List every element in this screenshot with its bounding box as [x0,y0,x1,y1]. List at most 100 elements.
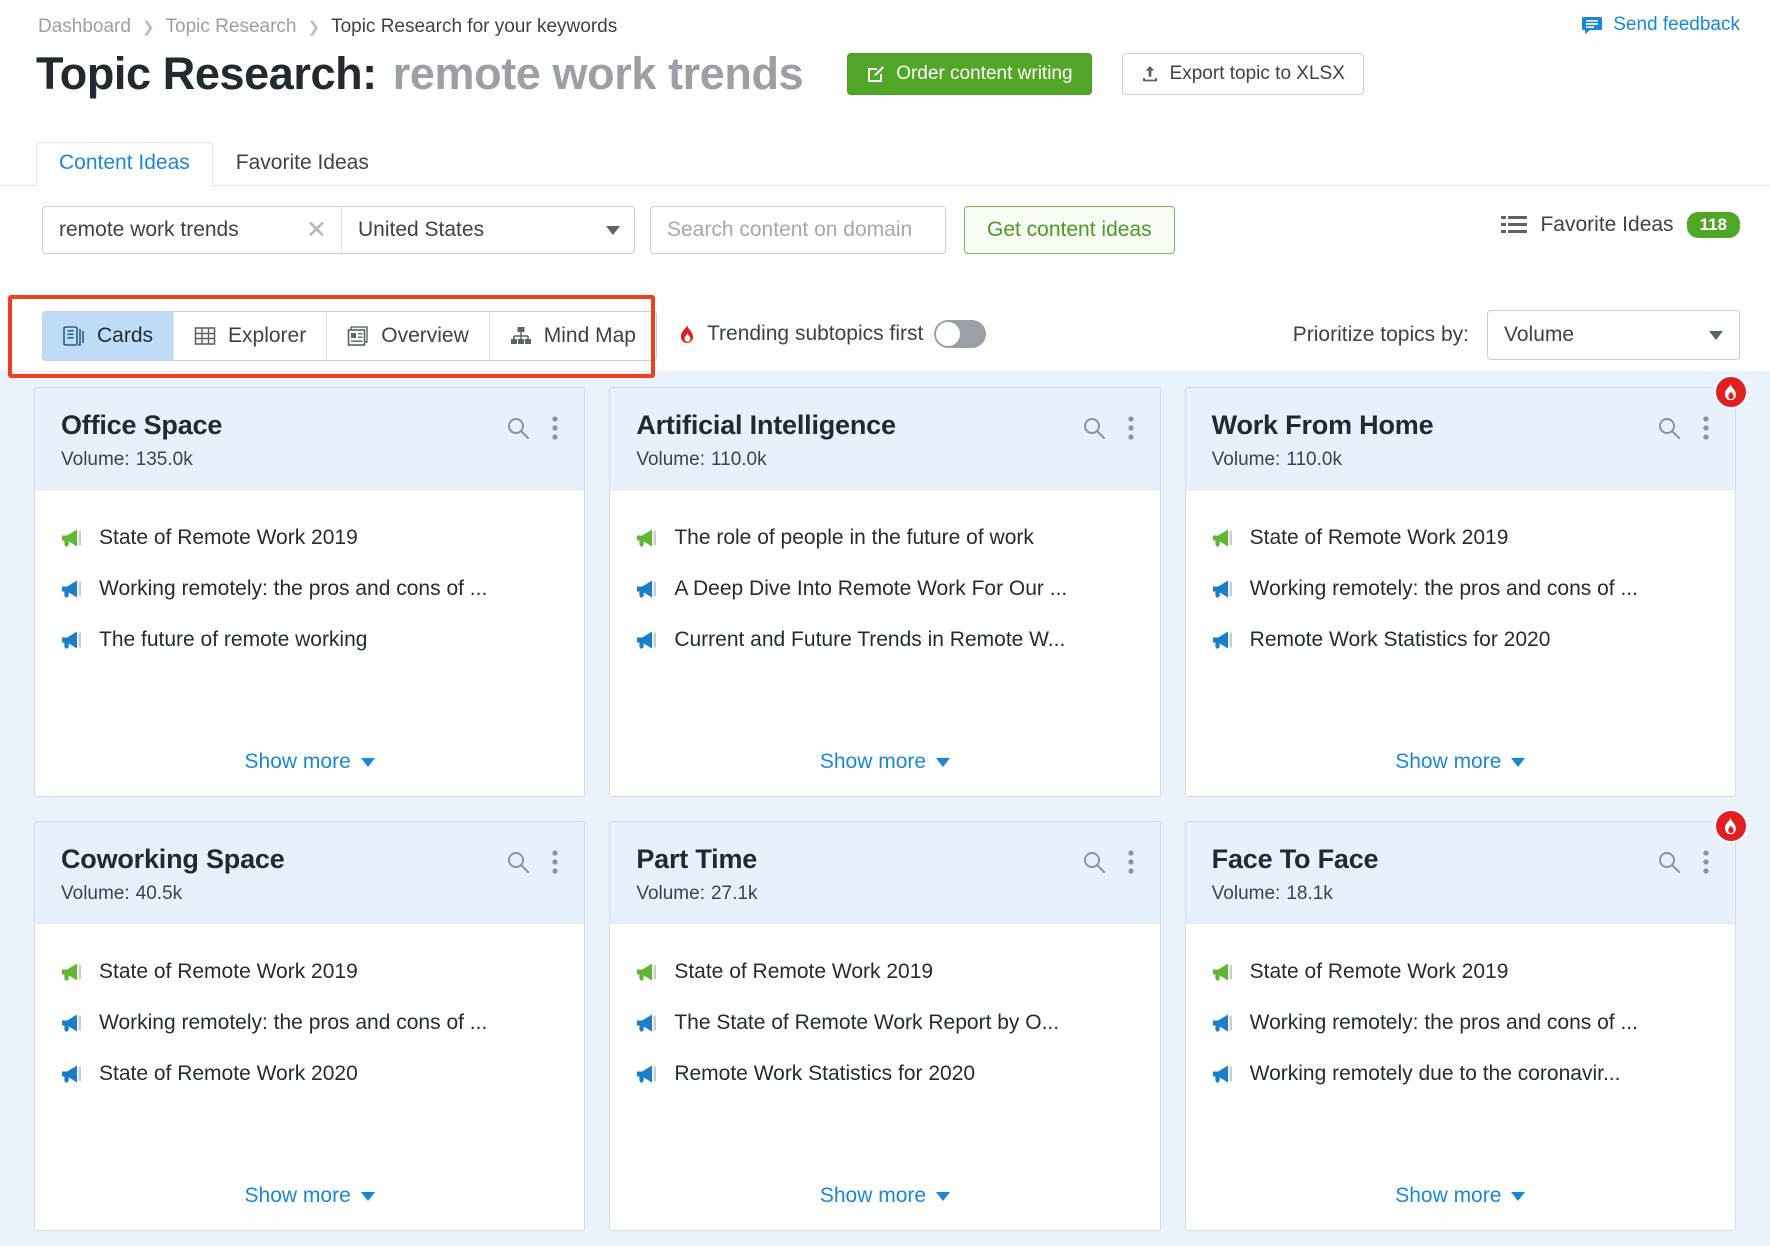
idea-title: Working remotely: the pros and cons of .… [1250,1011,1638,1035]
idea-item[interactable]: Remote Work Statistics for 2020 [1212,628,1709,652]
idea-title: Working remotely: the pros and cons of .… [99,1011,487,1035]
card-actions [1082,844,1134,874]
country-select[interactable]: United States [342,207,634,253]
card-actions [506,410,558,440]
volume-value: 110.0k [1286,449,1342,470]
idea-title: Current and Future Trends in Remote W... [674,628,1065,652]
volume-value: 40.5k [136,883,182,904]
show-more-button[interactable]: Show more [1395,1184,1525,1208]
idea-title: State of Remote Work 2019 [1250,960,1509,984]
idea-item[interactable]: State of Remote Work 2019 [1212,526,1709,550]
chevron-down-icon [936,758,950,767]
megaphone-green-icon [61,962,85,982]
card-ideas-list: The role of people in the future of work… [610,490,1159,750]
idea-item[interactable]: Working remotely: the pros and cons of .… [61,1011,558,1035]
megaphone-blue-icon [61,579,85,599]
megaphone-blue-icon [636,630,660,650]
view-mode-explorer[interactable]: Explorer [174,312,327,360]
idea-title: The future of remote working [99,628,367,652]
card-footer: Show more [35,1184,584,1230]
card-volume: Volume: 135.0k [61,449,558,471]
megaphone-blue-icon [636,1013,660,1033]
card-title: Artificial Intelligence [636,410,895,441]
search-icon[interactable] [506,416,530,440]
card-volume: Volume:110.0k [636,449,1133,471]
idea-item[interactable]: A Deep Dive Into Remote Work For Our ... [636,577,1133,601]
view-mode-mind-map[interactable]: Mind Map [490,312,656,360]
more-options-icon[interactable] [1703,850,1709,874]
card-title: Office Space [61,410,222,441]
send-feedback-button[interactable]: Send feedback [1582,14,1740,36]
idea-item[interactable]: Working remotely: the pros and cons of .… [1212,577,1709,601]
idea-item[interactable]: Current and Future Trends in Remote W... [636,628,1133,652]
breadcrumb-separator-icon: ❯ [142,18,155,36]
volume-label: Volume: [61,449,130,470]
idea-item[interactable]: The role of people in the future of work [636,526,1133,550]
idea-item[interactable]: Remote Work Statistics for 2020 [636,1062,1133,1086]
idea-item[interactable]: The State of Remote Work Report by O... [636,1011,1133,1035]
more-options-icon[interactable] [552,850,558,874]
clear-keyword-icon[interactable]: ✕ [306,218,327,243]
idea-item[interactable]: State of Remote Work 2019 [1212,960,1709,984]
idea-item[interactable]: Working remotely: the pros and cons of .… [1212,1011,1709,1035]
show-more-button[interactable]: Show more [245,1184,375,1208]
idea-item[interactable]: State of Remote Work 2019 [61,960,558,984]
show-more-button[interactable]: Show more [820,750,950,774]
idea-item[interactable]: State of Remote Work 2019 [61,526,558,550]
more-options-icon[interactable] [1128,416,1134,440]
prioritize-select[interactable]: Volume [1487,310,1740,360]
card-volume: Volume:40.5k [61,883,558,905]
idea-title: Working remotely: the pros and cons of .… [1250,577,1638,601]
more-options-icon[interactable] [552,416,558,440]
show-more-label: Show more [1395,1184,1501,1208]
idea-title: Working remotely due to the coronavir... [1250,1062,1621,1086]
volume-label: Volume: [1212,449,1281,470]
show-more-button[interactable]: Show more [1395,750,1525,774]
card-footer: Show more [1186,1184,1735,1230]
card-header: Artificial Intelligence Volume:110.0k [610,388,1159,490]
volume-value: 135.0k [136,449,193,470]
idea-item[interactable]: State of Remote Work 2019 [636,960,1133,984]
idea-item[interactable]: The future of remote working [61,628,558,652]
export-topic-button[interactable]: Export topic to XLSX [1122,53,1364,95]
search-icon[interactable] [1657,416,1681,440]
more-options-icon[interactable] [1703,416,1709,440]
search-icon[interactable] [1657,850,1681,874]
breadcrumb-item-dashboard[interactable]: Dashboard [38,16,131,38]
idea-item[interactable]: State of Remote Work 2020 [61,1062,558,1086]
order-content-writing-button[interactable]: Order content writing [847,53,1091,95]
volume-value: 18.1k [1286,883,1332,904]
view-mode-cards[interactable]: Cards [43,312,174,360]
card-volume: Volume:110.0k [1212,449,1709,471]
trending-subtopics-toggle[interactable] [934,320,986,348]
table-icon [194,325,216,347]
idea-title: Remote Work Statistics for 2020 [674,1062,975,1086]
card-title: Coworking Space [61,844,285,875]
view-mode-overview[interactable]: Overview [327,312,490,360]
keyword-group: remote work trends ✕ United States [42,206,635,254]
feedback-chat-icon [1582,16,1604,35]
more-options-icon[interactable] [1128,850,1134,874]
idea-item[interactable]: Working remotely: the pros and cons of .… [61,577,558,601]
search-icon[interactable] [1082,416,1106,440]
keyword-input[interactable]: remote work trends ✕ [43,207,341,253]
domain-search-input[interactable]: Search content on domain [650,206,946,254]
show-more-label: Show more [820,750,926,774]
breadcrumb-item-topic-research[interactable]: Topic Research [166,16,297,38]
search-icon[interactable] [506,850,530,874]
idea-title: Working remotely: the pros and cons of .… [99,577,487,601]
idea-title: State of Remote Work 2019 [99,526,358,550]
country-select-value: United States [358,218,484,242]
show-more-button[interactable]: Show more [820,1184,950,1208]
show-more-button[interactable]: Show more [245,750,375,774]
prioritize-label: Prioritize topics by: [1293,323,1469,347]
idea-title: State of Remote Work 2019 [1250,526,1509,550]
get-content-ideas-button[interactable]: Get content ideas [964,206,1175,254]
tab-favorite-ideas[interactable]: Favorite Ideas [213,142,392,186]
idea-item[interactable]: Working remotely due to the coronavir... [1212,1062,1709,1086]
flame-icon [678,323,696,345]
search-icon[interactable] [1082,850,1106,874]
card-ideas-list: State of Remote Work 2019 Working remote… [35,490,584,750]
favorite-ideas-button[interactable]: Favorite Ideas 118 [1501,212,1740,238]
tab-content-ideas[interactable]: Content Ideas [36,142,213,186]
